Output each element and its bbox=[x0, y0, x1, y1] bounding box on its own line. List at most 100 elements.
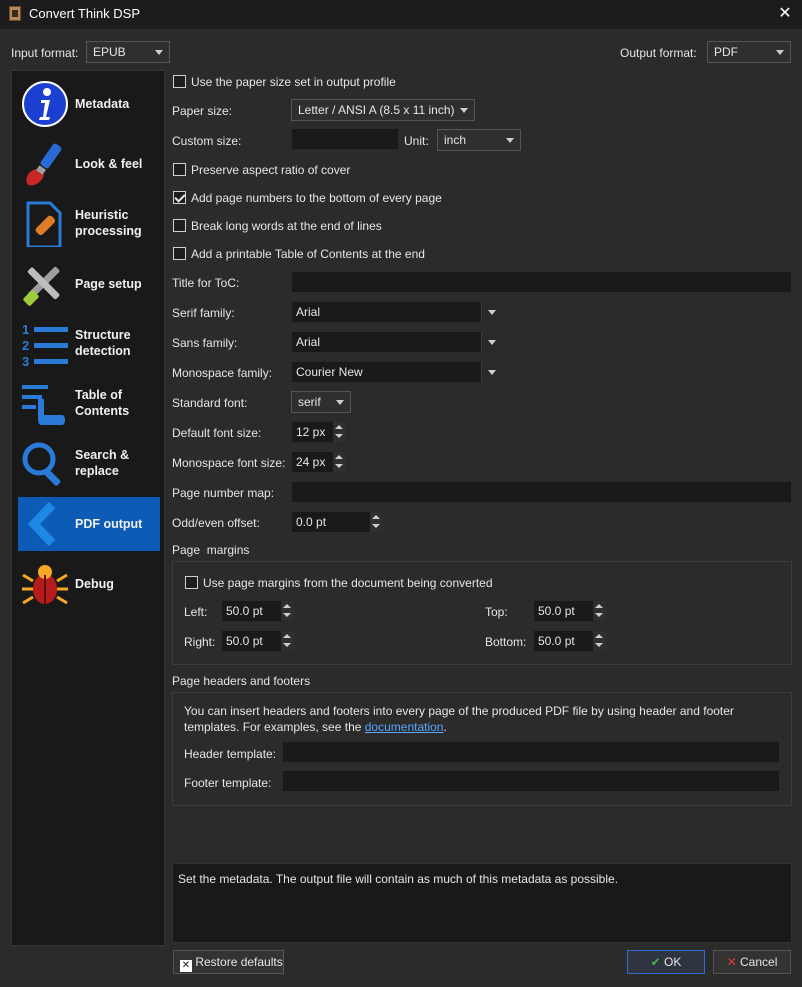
mono-font-size-spinbox[interactable]: 24 px bbox=[291, 451, 347, 473]
standard-font-label: Standard font: bbox=[172, 396, 248, 410]
unit-value: inch bbox=[444, 133, 467, 147]
svg-text:3: 3 bbox=[22, 354, 29, 367]
sidebar-item-heuristic[interactable]: Heuristic processing bbox=[18, 197, 160, 251]
input-format-select[interactable]: EPUB bbox=[86, 41, 170, 63]
close-icon[interactable]: ✕ bbox=[776, 3, 794, 23]
bottom-margin-label: Bottom: bbox=[485, 635, 527, 649]
toc-title-label: Title for ToC: bbox=[172, 276, 240, 290]
default-font-size-label: Default font size: bbox=[172, 426, 262, 440]
svg-text:2: 2 bbox=[22, 338, 29, 353]
chevron-down-icon bbox=[776, 50, 784, 55]
mono-family-select[interactable]: Courier New bbox=[291, 361, 502, 383]
brush-icon bbox=[26, 143, 62, 186]
chevron-left-icon bbox=[27, 501, 56, 547]
chevron-down-icon bbox=[481, 332, 501, 352]
restore-defaults-button[interactable]: ✕ Restore defaults bbox=[173, 950, 284, 974]
sidebar-item-pdf-output[interactable]: PDF output bbox=[18, 497, 160, 551]
page-number-map-input[interactable] bbox=[291, 481, 792, 503]
page-numbers-checkbox[interactable] bbox=[173, 191, 186, 204]
sans-family-label: Sans family: bbox=[172, 336, 238, 350]
odd-even-offset-label: Odd/even offset: bbox=[172, 516, 260, 530]
document-bandage-icon bbox=[26, 201, 62, 247]
break-words-checkbox[interactable] bbox=[173, 219, 186, 232]
page-numbers-label: Add page numbers to the bottom of every … bbox=[191, 191, 442, 205]
footer-template-label: Footer template: bbox=[184, 776, 272, 790]
spin-arrows-icon[interactable] bbox=[370, 512, 383, 532]
headers-info-text: templates. For examples, see the bbox=[184, 720, 365, 734]
spin-arrows-icon[interactable] bbox=[281, 601, 294, 621]
page-margins-title: Page margins bbox=[172, 543, 250, 557]
info-icon bbox=[22, 81, 68, 127]
default-font-size-spinbox[interactable]: 12 px bbox=[291, 421, 347, 443]
numbered-list-icon: 1 2 3 bbox=[22, 322, 68, 367]
bottom-margin-spinbox[interactable]: 50.0 pt bbox=[533, 630, 607, 652]
ok-label: OK bbox=[664, 955, 682, 969]
serif-family-select[interactable]: Arial bbox=[291, 301, 502, 323]
chevron-down-icon bbox=[481, 362, 501, 382]
header-template-label: Header template: bbox=[184, 747, 277, 761]
chevron-down-icon bbox=[481, 302, 501, 322]
sidebar-item-page-setup[interactable]: Page setup bbox=[18, 257, 160, 311]
paper-size-select[interactable]: Letter / ANSI A (8.5 x 11 inch) bbox=[291, 99, 475, 121]
headers-info-suffix: . bbox=[443, 720, 447, 734]
printable-toc-label: Add a printable Table of Contents at the… bbox=[191, 247, 425, 261]
serif-family-label: Serif family: bbox=[172, 306, 235, 320]
cancel-button[interactable]: ✕ Cancel bbox=[713, 950, 791, 974]
sidebar-item-toc[interactable]: Table of Contents bbox=[18, 377, 160, 431]
sidebar-item-label: Metadata bbox=[75, 97, 130, 111]
unit-select[interactable]: inch bbox=[437, 129, 521, 151]
sidebar-item-search-replace[interactable]: Search & replace bbox=[18, 437, 160, 491]
spin-arrows-icon[interactable] bbox=[593, 601, 606, 621]
header-template-input[interactable] bbox=[282, 741, 780, 763]
standard-font-value: serif bbox=[298, 395, 321, 409]
sidebar-item-metadata[interactable]: Metadata bbox=[18, 77, 160, 131]
spin-arrows-icon[interactable] bbox=[281, 631, 294, 651]
ok-button[interactable]: ✔ OK bbox=[627, 950, 705, 974]
right-margin-spinbox[interactable]: 50.0 pt bbox=[221, 630, 295, 652]
top-margin-value: 50.0 pt bbox=[538, 604, 575, 618]
output-format-select[interactable]: PDF bbox=[707, 41, 791, 63]
window-title: Convert Think DSP bbox=[29, 6, 141, 21]
toc-title-input[interactable] bbox=[291, 271, 792, 293]
x-icon: ✕ bbox=[726, 955, 737, 969]
spin-arrows-icon[interactable] bbox=[333, 422, 346, 442]
documentation-link[interactable]: documentation bbox=[365, 720, 444, 734]
custom-size-input[interactable] bbox=[291, 128, 399, 150]
paper-size-value: Letter / ANSI A (8.5 x 11 inch) bbox=[298, 103, 455, 117]
sidebar-item-label: Table of Contents bbox=[75, 388, 130, 418]
standard-font-select[interactable]: serif bbox=[291, 391, 351, 413]
sidebar-item-label: Debug bbox=[75, 577, 114, 591]
odd-even-offset-spinbox[interactable]: 0.0 pt bbox=[291, 511, 384, 533]
toc-icon bbox=[22, 385, 65, 425]
page-number-map-label: Page number map: bbox=[172, 486, 275, 500]
use-doc-margins-checkbox[interactable] bbox=[185, 576, 198, 589]
spin-arrows-icon[interactable] bbox=[593, 631, 606, 651]
bottom-margin-value: 50.0 pt bbox=[538, 634, 575, 648]
right-margin-label: Right: bbox=[184, 635, 216, 649]
serif-family-value: Arial bbox=[296, 305, 321, 319]
chevron-down-icon bbox=[506, 138, 514, 143]
sidebar-item-label: PDF output bbox=[75, 517, 143, 531]
left-margin-value: 50.0 pt bbox=[226, 604, 263, 618]
mono-font-size-label: Monospace font size: bbox=[172, 456, 286, 470]
sidebar-item-structure[interactable]: 1 2 3 Structure detection bbox=[18, 317, 160, 371]
use-paper-size-checkbox[interactable] bbox=[173, 75, 186, 88]
custom-size-label: Custom size: bbox=[172, 134, 242, 148]
printable-toc-checkbox[interactable] bbox=[173, 247, 186, 260]
sans-family-select[interactable]: Arial bbox=[291, 331, 502, 353]
spin-arrows-icon[interactable] bbox=[333, 452, 346, 472]
left-margin-spinbox[interactable]: 50.0 pt bbox=[221, 600, 295, 622]
sidebar-item-label: Structure detection bbox=[75, 328, 131, 358]
sidebar-item-debug[interactable]: Debug bbox=[18, 557, 160, 611]
preserve-aspect-label: Preserve aspect ratio of cover bbox=[191, 163, 351, 177]
preserve-aspect-checkbox[interactable] bbox=[173, 163, 186, 176]
cancel-label: Cancel bbox=[740, 955, 778, 969]
top-margin-spinbox[interactable]: 50.0 pt bbox=[533, 600, 607, 622]
sidebar-item-look-feel[interactable]: Look & feel bbox=[18, 137, 160, 191]
input-format-value: EPUB bbox=[93, 45, 126, 59]
restore-defaults-label: Restore defaults bbox=[195, 955, 283, 969]
app-icon bbox=[9, 6, 21, 21]
chevron-down-icon bbox=[155, 50, 163, 55]
footer-template-input[interactable] bbox=[282, 770, 780, 792]
bug-icon bbox=[22, 565, 68, 605]
